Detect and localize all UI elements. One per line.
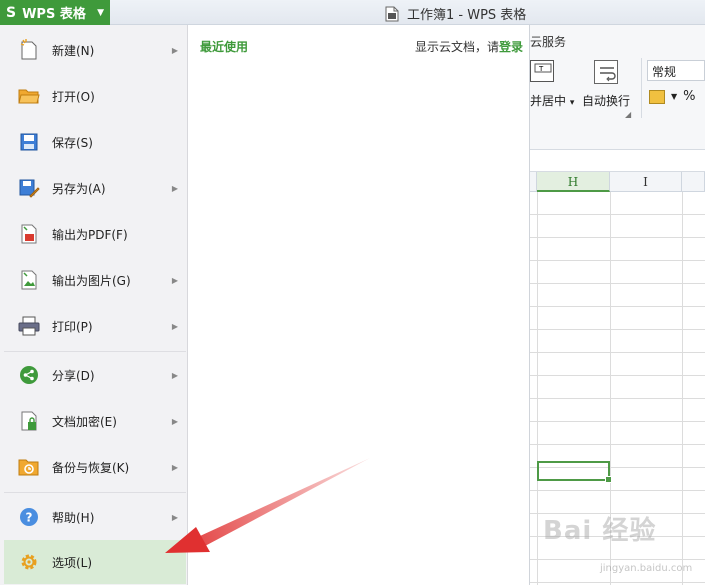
grid-line xyxy=(530,421,705,422)
printer-icon xyxy=(18,315,40,337)
grid-line xyxy=(530,329,705,330)
menu-label: 文档加密(E) xyxy=(52,414,117,429)
grid-line xyxy=(530,306,705,307)
menu-item-save[interactable]: 保存(S) xyxy=(4,120,186,164)
active-cell[interactable] xyxy=(537,461,612,483)
menu-item-options[interactable]: 选项(L) xyxy=(4,540,186,584)
menu-label: 输出为图片(G) xyxy=(52,273,131,288)
menu-label: 打开(O) xyxy=(52,89,95,104)
menu-item-export-image[interactable]: 输出为图片(G) ▶ xyxy=(4,258,186,302)
file-menu: 新建(N) ▶ 打开(O) 保存(S) 另存为(A) ▶ 输出为PDF(F) 输… xyxy=(0,25,188,585)
grid-line xyxy=(530,352,705,353)
chevron-down-icon: ▼ xyxy=(671,92,678,101)
menu-item-export-pdf[interactable]: 输出为PDF(F) xyxy=(4,212,186,256)
wrap-text-icon xyxy=(594,60,618,84)
grid-line xyxy=(530,444,705,445)
wps-app-menu-button[interactable]: S WPS 表格 ▼ xyxy=(0,0,110,25)
open-folder-icon xyxy=(18,85,40,107)
save-as-icon xyxy=(18,177,40,199)
menu-item-help[interactable]: ? 帮助(H) ▶ xyxy=(4,495,186,539)
svg-text:?: ? xyxy=(26,511,33,525)
menu-item-print[interactable]: 打印(P) ▶ xyxy=(4,304,186,348)
menu-separator xyxy=(4,351,186,352)
wrap-text-label: 自动换行 xyxy=(582,94,631,108)
menu-label: 分享(D) xyxy=(52,368,95,383)
chevron-right-icon: ▶ xyxy=(171,275,178,285)
watermark-url: jingyan.baidu.com xyxy=(600,563,693,574)
percent-button[interactable]: % xyxy=(683,89,695,104)
grid-line xyxy=(530,237,705,238)
merge-center-icon: T xyxy=(530,60,554,82)
menu-separator xyxy=(4,492,186,493)
grid-line xyxy=(530,490,705,491)
menu-label: 新建(N) xyxy=(52,43,95,58)
chevron-right-icon: ▶ xyxy=(171,45,178,55)
new-document-icon xyxy=(18,39,40,61)
menu-label: 帮助(H) xyxy=(52,510,95,525)
cloud-prompt-text: 显示云文档，请 xyxy=(414,40,499,54)
number-format-select[interactable]: 常规 xyxy=(647,60,705,81)
chevron-right-icon: ▶ xyxy=(171,321,178,331)
login-link[interactable]: 登录 xyxy=(499,40,523,54)
menu-item-share[interactable]: 分享(D) ▶ xyxy=(4,353,186,397)
watermark-logo: Bai 经验 xyxy=(543,516,657,546)
column-header-next[interactable] xyxy=(682,172,705,192)
grid-line xyxy=(530,214,705,215)
save-disk-icon xyxy=(18,131,40,153)
formula-bar[interactable] xyxy=(530,150,705,172)
chevron-down-icon: ▼ xyxy=(97,7,104,18)
share-icon xyxy=(18,364,40,386)
menu-item-open[interactable]: 打开(O) xyxy=(4,74,186,118)
column-header-partial[interactable] xyxy=(530,172,537,192)
document-lock-icon xyxy=(18,410,40,432)
column-header-h[interactable]: H xyxy=(537,172,610,192)
menu-item-save-as[interactable]: 另存为(A) ▶ xyxy=(4,166,186,210)
document-title-text: 工作簿1 - WPS 表格 xyxy=(407,8,527,23)
merge-dropdown-arrow[interactable]: ▾ xyxy=(570,98,575,108)
chevron-right-icon: ▶ xyxy=(171,183,178,193)
export-image-icon xyxy=(18,269,40,291)
grid-line xyxy=(537,192,538,585)
grid-line xyxy=(530,260,705,261)
cloud-docs-prompt: 显示云文档，请登录 xyxy=(415,38,523,55)
chevron-right-icon: ▶ xyxy=(171,512,178,522)
gear-icon xyxy=(18,551,40,573)
title-bar: S WPS 表格 ▼ 工作簿1 - WPS 表格 xyxy=(0,0,705,25)
document-title: 工作簿1 - WPS 表格 xyxy=(385,4,526,23)
menu-label: 输出为PDF(F) xyxy=(52,227,128,242)
export-pdf-icon xyxy=(18,223,40,245)
recent-title: 最近使用 xyxy=(200,40,249,54)
workbook-icon xyxy=(385,6,399,21)
tab-cloud-service[interactable]: 云服务 xyxy=(530,33,566,50)
currency-icon xyxy=(649,89,665,104)
wps-logo-icon: S xyxy=(6,4,17,21)
chevron-right-icon: ▶ xyxy=(171,370,178,380)
chevron-right-icon: ▶ xyxy=(171,462,178,472)
svg-text:T: T xyxy=(538,65,544,73)
merge-center-label: 并居中 xyxy=(530,94,567,108)
grid-line xyxy=(530,398,705,399)
app-menu-label: WPS 表格 xyxy=(22,7,86,22)
menu-label: 备份与恢复(K) xyxy=(52,460,130,475)
grid-line xyxy=(530,559,705,560)
menu-label: 打印(P) xyxy=(52,319,93,334)
recent-files-panel: 最近使用 显示云文档，请登录 xyxy=(188,25,530,585)
currency-format-button[interactable]: ▼ % xyxy=(649,89,696,104)
grid-line xyxy=(530,375,705,376)
grid-line xyxy=(530,283,705,284)
column-header-i[interactable]: I xyxy=(610,172,682,192)
menu-label: 选项(L) xyxy=(52,555,93,570)
menu-item-backup-restore[interactable]: 备份与恢复(K) ▶ xyxy=(4,445,186,489)
grid-line xyxy=(530,582,705,583)
grid-line xyxy=(682,192,683,585)
menu-label: 保存(S) xyxy=(52,135,93,150)
ribbon-separator xyxy=(641,58,642,118)
chevron-right-icon: ▶ xyxy=(171,416,178,426)
menu-item-encrypt[interactable]: 文档加密(E) ▶ xyxy=(4,399,186,443)
help-icon: ? xyxy=(18,506,40,528)
menu-item-new[interactable]: 新建(N) ▶ xyxy=(4,28,186,72)
backup-restore-icon xyxy=(18,456,40,478)
menu-label: 另存为(A) xyxy=(52,181,106,196)
dialog-launcher-icon[interactable]: ◢ xyxy=(625,110,631,119)
